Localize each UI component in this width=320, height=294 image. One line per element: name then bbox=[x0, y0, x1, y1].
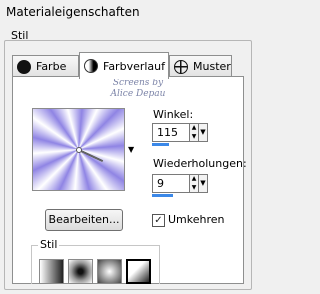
center-point-handle[interactable] bbox=[76, 147, 82, 153]
invert-checkbox[interactable]: ✓ bbox=[152, 214, 165, 227]
linear-gradient-style-button[interactable] bbox=[39, 259, 64, 284]
repeats-input[interactable]: 9 bbox=[152, 174, 190, 193]
repeats-label: Wiederholungen: bbox=[153, 157, 247, 170]
down-arrow-icon[interactable]: ▼ bbox=[190, 132, 198, 141]
up-arrow-icon[interactable]: ▲ bbox=[190, 124, 198, 133]
repeats-slider-bar[interactable] bbox=[152, 194, 173, 197]
down-arrow-icon[interactable]: ▼ bbox=[190, 183, 198, 192]
up-arrow-icon[interactable]: ▲ bbox=[190, 175, 198, 184]
repeats-dropdown-icon[interactable]: ▼ bbox=[199, 174, 208, 193]
window-title: Materialeigenschaften bbox=[6, 5, 140, 19]
gradient-icon bbox=[84, 59, 98, 73]
angle-dropdown-icon[interactable]: ▼ bbox=[199, 123, 208, 142]
watermark-line: Screens by bbox=[112, 78, 164, 88]
repeats-stepper[interactable]: ▲ ▼ bbox=[190, 174, 199, 193]
angle-spinbox[interactable]: 115 ▲ ▼ ▼ bbox=[152, 123, 208, 142]
angle-label: Winkel: bbox=[153, 108, 194, 121]
invert-label[interactable]: Umkehren bbox=[168, 213, 225, 226]
gradient-preview[interactable] bbox=[32, 108, 125, 191]
angle-input[interactable]: 115 bbox=[152, 123, 190, 142]
angle-slider-bar[interactable] bbox=[152, 143, 169, 146]
tab-label: Muster bbox=[193, 60, 231, 73]
pattern-icon bbox=[174, 59, 188, 74]
sunburst-gradient-style-button[interactable] bbox=[97, 259, 122, 284]
style-group-label: Stil bbox=[38, 238, 60, 251]
radial-gradient-style-button[interactable] bbox=[126, 259, 151, 284]
edit-button[interactable]: Bearbeiten... bbox=[45, 209, 123, 231]
tab-muster[interactable]: Muster bbox=[169, 55, 232, 77]
angle-stepper[interactable]: ▲ ▼ bbox=[190, 123, 199, 142]
tab-label: Farbe bbox=[36, 60, 67, 73]
tab-farbverlauf[interactable]: Farbverlauf bbox=[79, 52, 169, 79]
watermark: Screens by Alice Depau bbox=[88, 78, 188, 100]
watermark-line: Alice Depau bbox=[110, 89, 166, 99]
gradient-dropdown-arrow-icon[interactable]: ▼ bbox=[128, 145, 134, 154]
tab-label: Farbverlauf bbox=[103, 59, 166, 73]
repeats-spinbox[interactable]: 9 ▲ ▼ ▼ bbox=[152, 174, 208, 193]
rectangular-gradient-style-button[interactable] bbox=[68, 259, 93, 284]
tab-farbe[interactable]: Farbe bbox=[12, 55, 79, 77]
angle-handle[interactable] bbox=[80, 150, 104, 163]
solid-color-icon bbox=[17, 59, 31, 74]
